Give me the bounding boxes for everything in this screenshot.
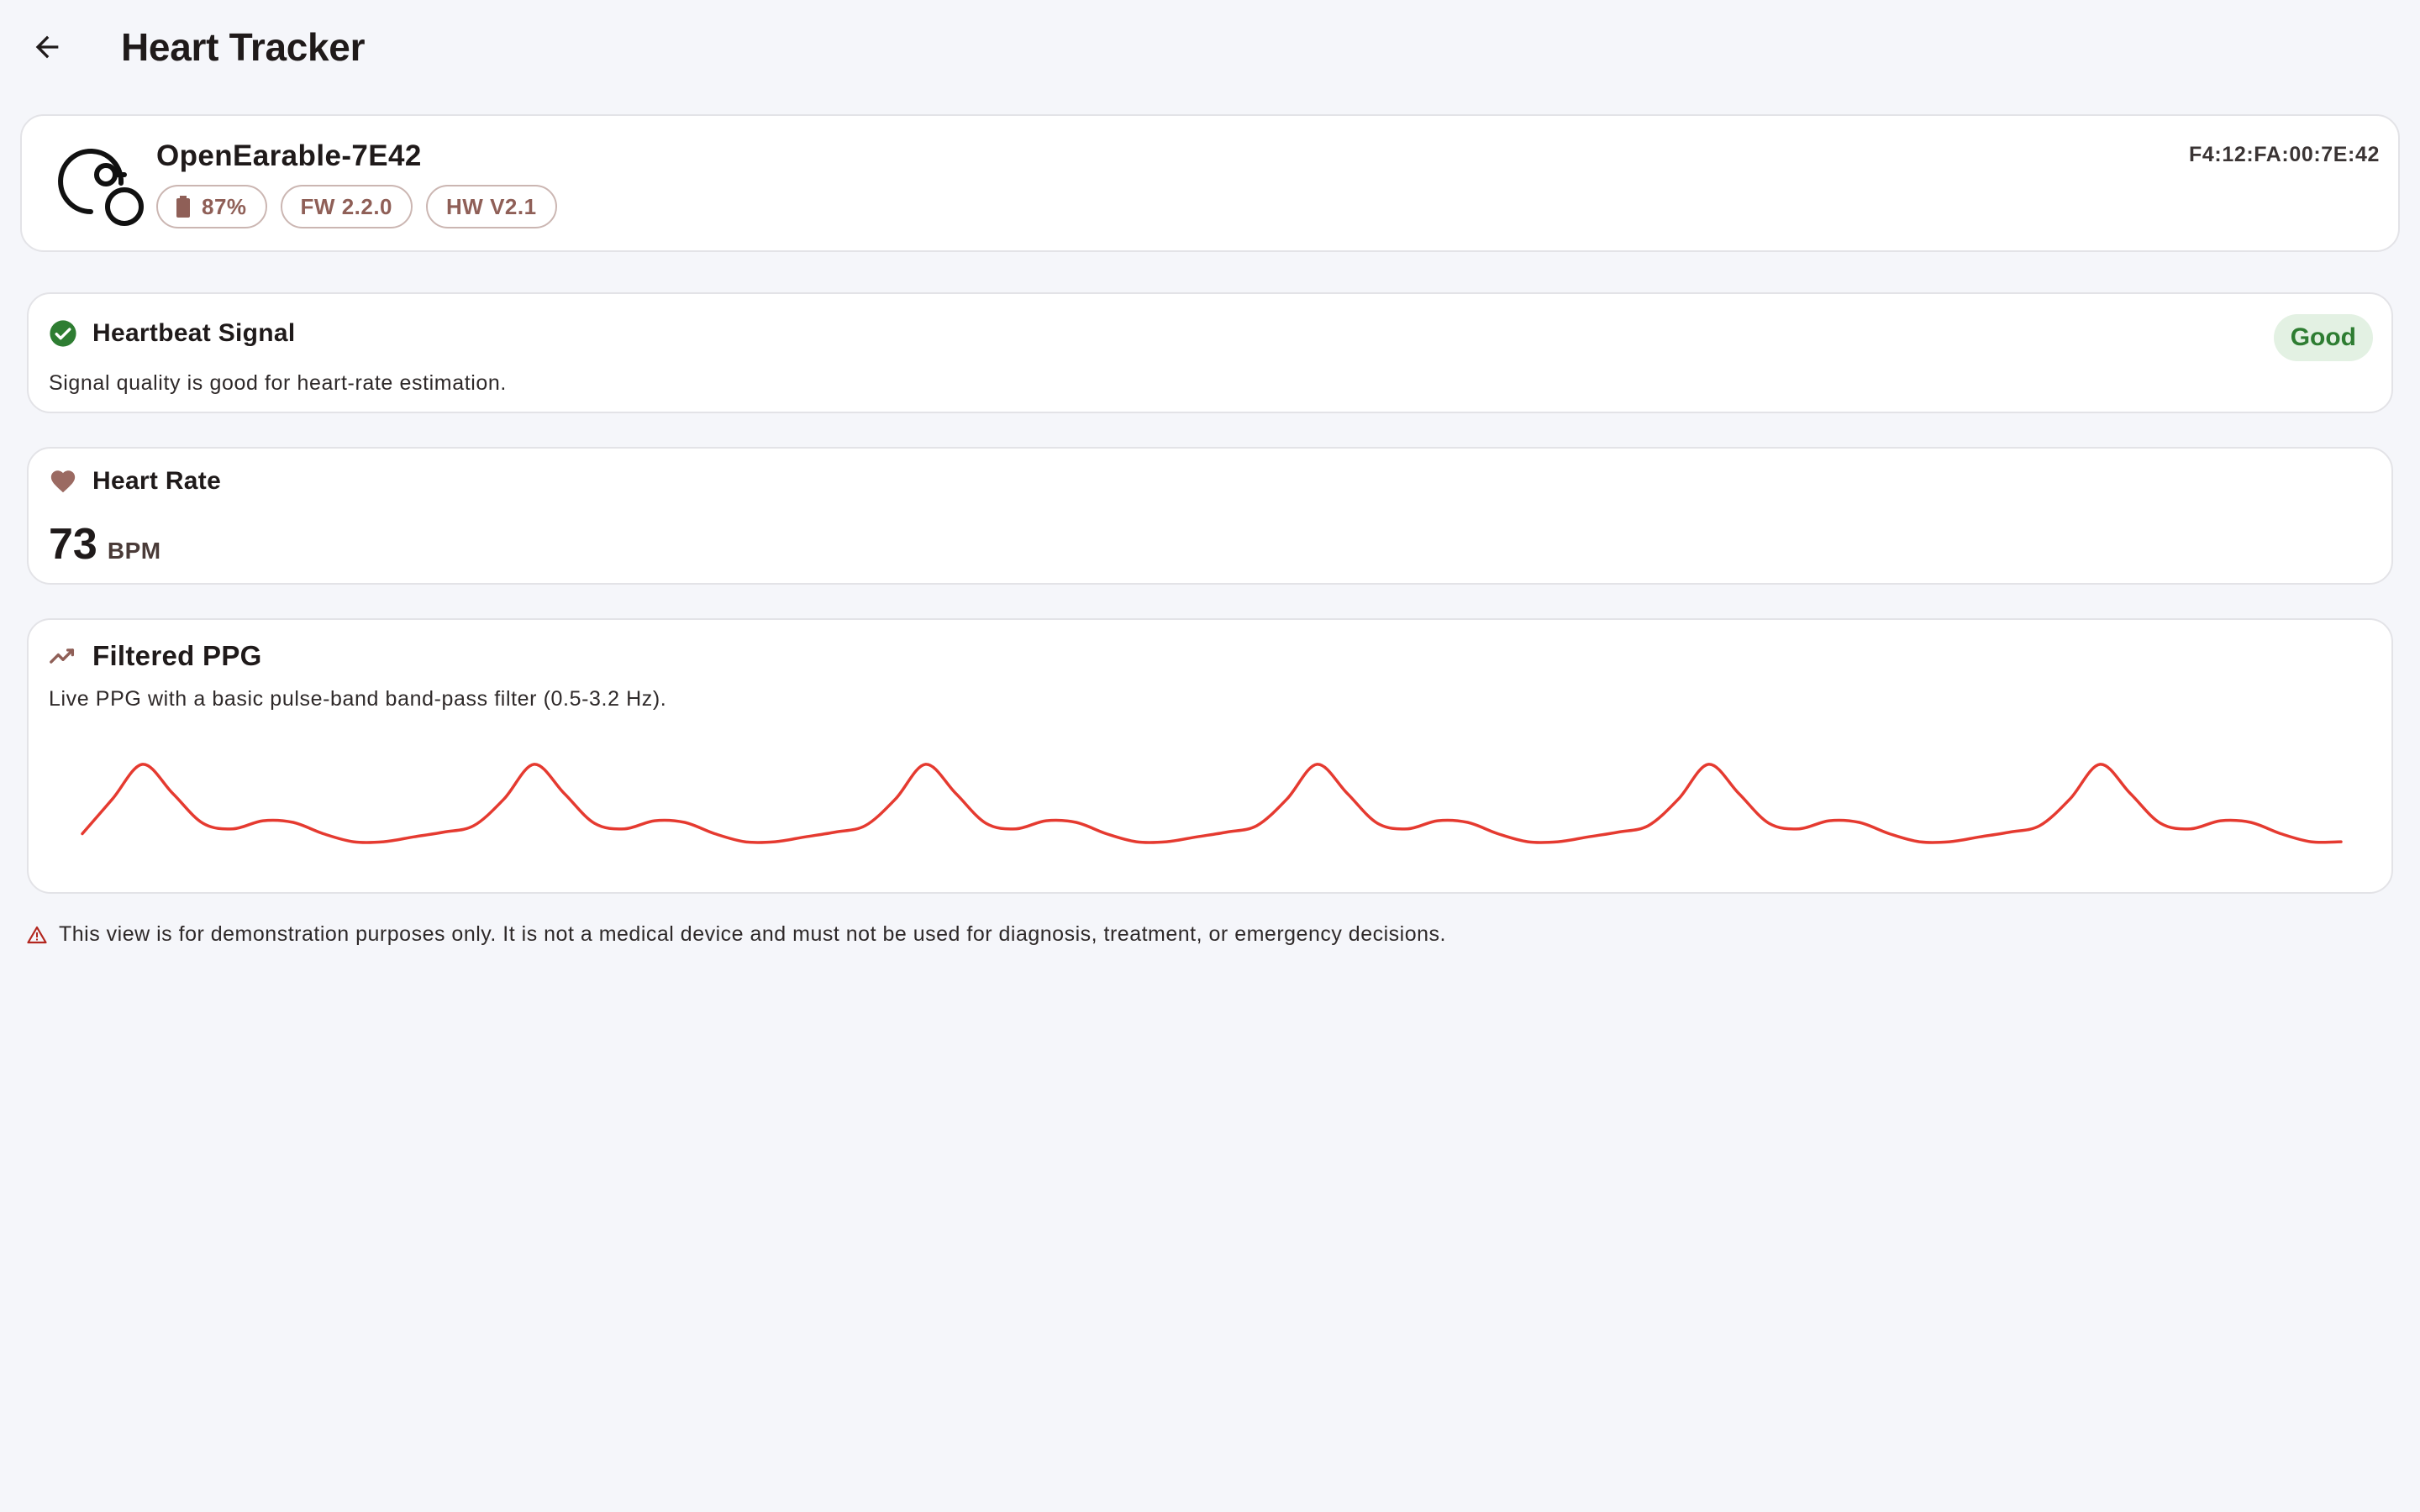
- device-chips: 87% FW 2.2.0 HW V2.1: [156, 185, 557, 228]
- back-button[interactable]: [22, 22, 72, 72]
- signal-header: Heartbeat Signal: [49, 319, 296, 348]
- hardware-version: HW V2.1: [446, 193, 537, 219]
- ppg-chart: [81, 763, 2343, 844]
- firmware-chip: FW 2.2.0: [280, 185, 413, 228]
- battery-chip: 87%: [156, 185, 267, 228]
- heart-rate-card: Heart Rate 73 BPM: [27, 447, 2393, 585]
- signal-quality-badge: Good: [2273, 314, 2373, 361]
- ppg-series-line: [81, 763, 2343, 844]
- hardware-chip: HW V2.1: [426, 185, 557, 228]
- heart-rate-value: 73: [49, 520, 97, 569]
- heart-rate-header: Heart Rate: [49, 467, 221, 496]
- earable-device-icon: [58, 149, 144, 226]
- signal-subtitle: Signal quality is good for heart-rate es…: [49, 371, 507, 395]
- arrow-back-icon: [35, 35, 59, 59]
- check-circle-icon: [50, 320, 76, 347]
- battery-icon: [176, 196, 190, 218]
- heart-rate-readout: 73 BPM: [49, 519, 161, 570]
- warning-icon: [27, 926, 47, 943]
- device-card[interactable]: OpenEarable-7E42 87% FW 2.2.0 HW V2.1 F4…: [20, 114, 2400, 252]
- page-title: Heart Tracker: [121, 25, 366, 69]
- signal-title: Heartbeat Signal: [92, 319, 296, 347]
- battery-level: 87%: [202, 193, 247, 219]
- heart-rate-unit: BPM: [107, 538, 161, 564]
- device-name: OpenEarable-7E42: [156, 139, 422, 172]
- filtered-ppg-card: Filtered PPG Live PPG with a basic pulse…: [27, 618, 2393, 894]
- firmware-version: FW 2.2.0: [300, 193, 393, 219]
- disclaimer-text: This view is for demonstration purposes …: [59, 922, 1446, 946]
- medical-disclaimer: This view is for demonstration purposes …: [27, 922, 1446, 947]
- heartbeat-signal-card: Heartbeat Signal Signal quality is good …: [27, 292, 2393, 413]
- heart-rate-title: Heart Rate: [92, 467, 222, 495]
- heart-icon: [50, 470, 76, 493]
- device-mac-address: F4:12:FA:00:7E:42: [2189, 143, 2380, 166]
- app-bar: Heart Tracker: [0, 0, 2420, 94]
